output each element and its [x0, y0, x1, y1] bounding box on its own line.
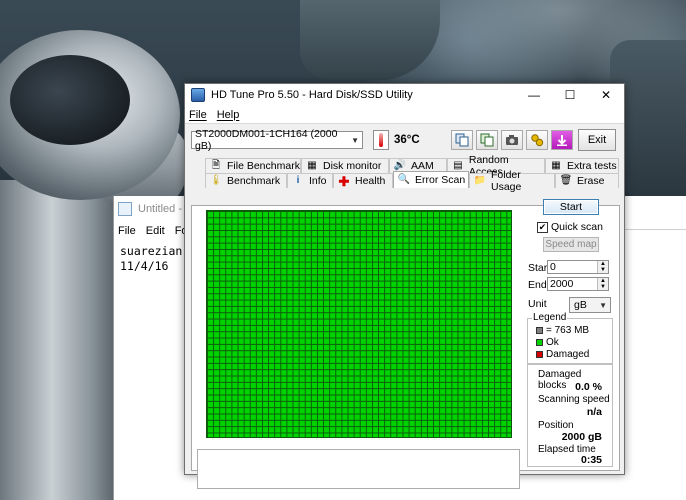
block-map [206, 210, 512, 438]
scanning-speed-label: Scanning speed [538, 394, 610, 405]
wallpaper-astronaut-visor [10, 55, 130, 145]
tab-label: Error Scan [415, 174, 466, 186]
menubar: File Help [185, 106, 624, 124]
chevron-down-icon: ▼ [599, 300, 607, 310]
tab-extra-tests[interactable]: ▦ Extra tests [545, 158, 619, 173]
erase-icon: 🗑 [559, 175, 573, 186]
toolbar: ST2000DM001-1CH164 (2000 gB) ▼ 36°C Exit [185, 124, 624, 156]
benchmark-icon: 🌡 [209, 175, 223, 186]
quick-scan-checkbox[interactable]: ✔ Quick scan [537, 221, 603, 233]
exit-button[interactable]: Exit [578, 129, 616, 151]
legend-row-ok: Ok [536, 337, 559, 348]
scan-log[interactable] [197, 449, 520, 489]
notepad-icon [118, 202, 132, 216]
legend-title: Legend [532, 312, 568, 323]
unit-label: Unit [528, 298, 547, 310]
legend-box: Legend = 763 MB Ok Damaged [527, 312, 613, 364]
tab-label: Folder Usage [491, 169, 522, 193]
spinner-arrows-icon[interactable]: ▲ ▼ [597, 278, 608, 290]
tab-info[interactable]: i Info [287, 173, 333, 188]
wallpaper-rock [300, 0, 440, 80]
legend-block-swatch [536, 327, 543, 334]
copy-info-icon[interactable] [476, 130, 498, 150]
error-scan-icon: 🔍 [397, 174, 411, 185]
hdtune-window[interactable]: HD Tune Pro 5.50 - Hard Disk/SSD Utility… [184, 83, 625, 489]
spinner-arrows-icon[interactable]: ▲ ▼ [597, 261, 608, 273]
tab-label: Health [355, 175, 386, 187]
tab-folder-usage[interactable]: 📁 Folder Usage [469, 169, 555, 193]
legend-block-size: = 763 MB [546, 325, 590, 336]
tab-label: Info [309, 175, 327, 187]
legend-damaged-swatch [536, 351, 543, 358]
maximize-button[interactable]: ☐ [552, 84, 588, 106]
tab-benchmark[interactable]: 🌡 Benchmark [205, 173, 287, 188]
close-button[interactable]: ✕ [588, 84, 624, 106]
drive-select[interactable]: ST2000DM001-1CH164 (2000 gB) ▼ [191, 128, 363, 152]
tab-label: Extra tests [567, 160, 617, 172]
legend-row-damaged: Damaged [536, 349, 589, 360]
position-value: 2000 gB [561, 431, 602, 443]
tab-strip: 🗎 File Benchmark ▦ Disk monitor 🔊 AAM ▤ … [191, 154, 619, 193]
elapsed-time-value: 0:35 [580, 454, 602, 466]
menu-help[interactable]: Help [217, 109, 240, 121]
end-field-label: End [528, 279, 547, 291]
temperature-readout: 36°C [394, 134, 420, 146]
scanning-speed-value: n/a [586, 406, 602, 418]
copy-icon[interactable] [451, 130, 473, 150]
disk-monitor-icon: ▦ [307, 160, 317, 171]
info-icon: i [296, 175, 300, 186]
legend-ok-swatch [536, 339, 543, 346]
unit-select[interactable]: gB ▼ [569, 297, 611, 313]
screenshot-icon[interactable] [501, 130, 523, 150]
save-icon[interactable] [551, 130, 573, 150]
tab-disk-monitor[interactable]: ▦ Disk monitor [301, 158, 389, 173]
stats-box: Damaged blocks 0.0 % Scanning speed n/a … [527, 364, 613, 467]
hdtune-app-icon [191, 88, 205, 102]
quick-scan-label: Quick scan [551, 221, 603, 233]
tab-label: File Benchmark [227, 160, 300, 172]
tab-label: Erase [577, 175, 605, 187]
tab-error-scan[interactable]: 🔍 Error Scan [393, 171, 469, 188]
tab-health[interactable]: ✚ Health [333, 173, 393, 188]
window-titlebar[interactable]: HD Tune Pro 5.50 - Hard Disk/SSD Utility… [185, 84, 624, 106]
damaged-blocks-value: 0.0 % [575, 381, 602, 393]
start-input-value: 0 [550, 261, 556, 273]
speed-map-button[interactable]: Speed map [543, 237, 599, 252]
drive-select-value: ST2000DM001-1CH164 (2000 gB) [195, 128, 338, 152]
unit-select-value: gB [574, 299, 587, 311]
checkbox-icon[interactable]: ✔ [537, 221, 548, 233]
start-button[interactable]: Start [543, 199, 599, 215]
chevron-down-icon: ▼ [351, 135, 359, 145]
position-label: Position [538, 420, 574, 431]
thermometer-icon [373, 130, 389, 150]
window-title: HD Tune Pro 5.50 - Hard Disk/SSD Utility [211, 89, 413, 101]
legend-ok-label: Ok [546, 337, 559, 348]
notepad-menu-edit[interactable]: Edit [146, 225, 165, 237]
wallpaper-astronaut-suit [0, 180, 130, 500]
minimize-button[interactable]: — [516, 84, 552, 106]
legend-row-block: = 763 MB [536, 325, 589, 336]
menu-file[interactable]: File [189, 109, 207, 121]
tab-label: Disk monitor [323, 160, 382, 172]
end-input[interactable]: 2000 ▲ ▼ [547, 277, 609, 291]
folder-usage-icon: 📁 [473, 175, 487, 186]
tab-file-benchmark[interactable]: 🗎 File Benchmark [205, 158, 301, 173]
file-benchmark-icon: 🗎 [211, 160, 221, 171]
legend-damaged-label: Damaged [546, 349, 590, 360]
start-input[interactable]: 0 ▲ ▼ [547, 260, 609, 274]
health-icon: ✚ [338, 173, 350, 189]
options-icon[interactable] [526, 130, 548, 150]
tab-erase[interactable]: 🗑 Erase [555, 173, 619, 188]
notepad-menu-file[interactable]: File [118, 225, 136, 237]
tab-label: Benchmark [227, 175, 281, 187]
notepad-title-strip [625, 210, 686, 230]
end-input-value: 2000 [550, 278, 574, 290]
